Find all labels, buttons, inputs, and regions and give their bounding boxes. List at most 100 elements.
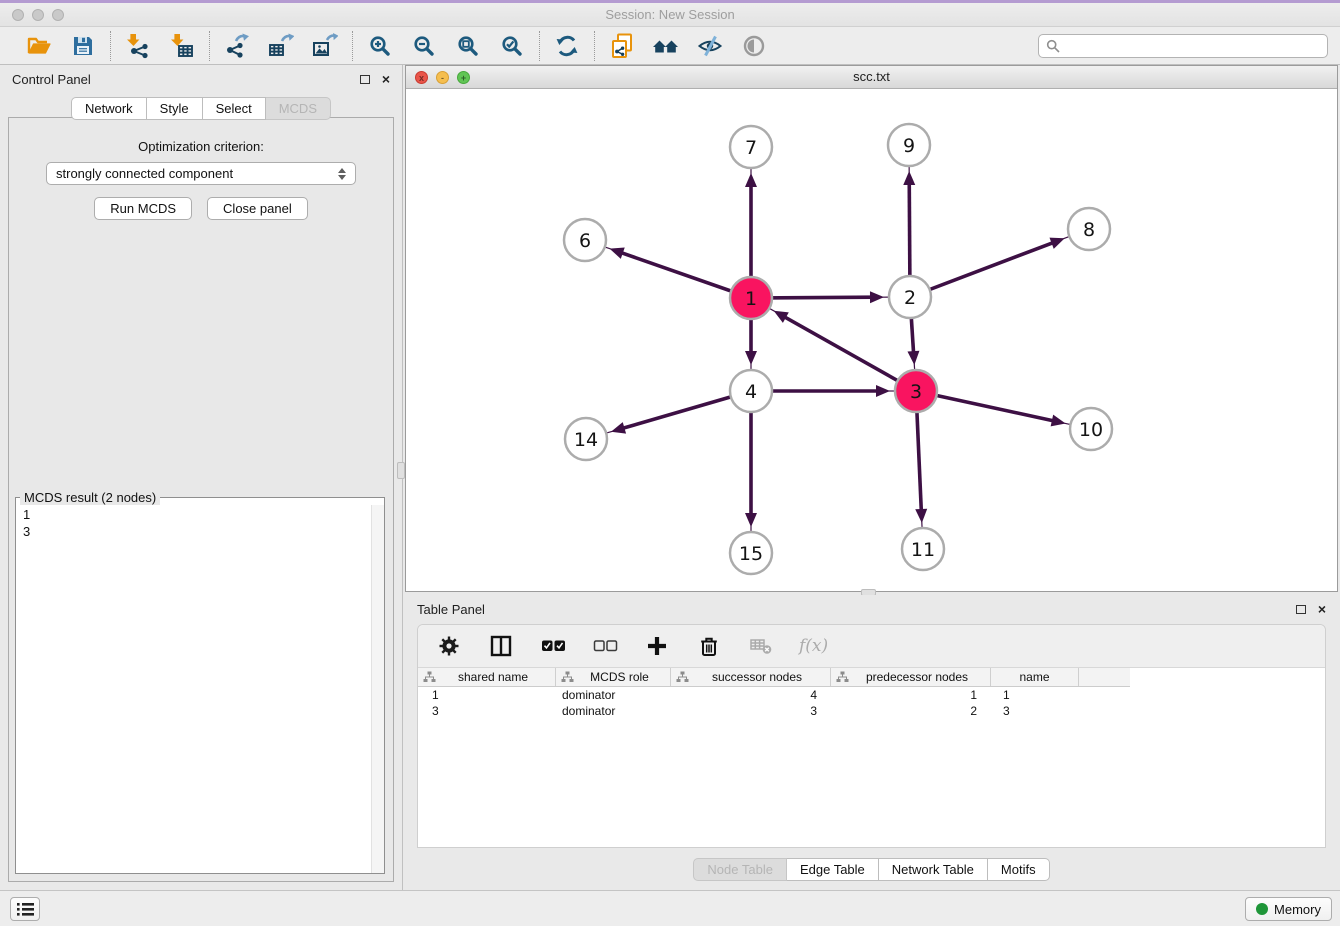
close-panel-button[interactable]: Close panel [207, 197, 308, 220]
copy-style-icon[interactable] [608, 32, 636, 60]
network-minimize-button[interactable]: - [436, 71, 449, 84]
graph-node[interactable]: 9 [888, 124, 930, 166]
graph-edge-arrow [1051, 415, 1066, 427]
optimization-criterion-label: Optimization criterion: [9, 139, 393, 154]
graph-node[interactable]: 8 [1068, 208, 1110, 250]
table-cell[interactable]: 2 [831, 704, 991, 718]
table-settings-gear-icon[interactable] [435, 632, 463, 660]
table-cell[interactable]: dominator [556, 704, 671, 718]
table-cell[interactable]: dominator [556, 688, 671, 702]
column-header-predecessor-nodes[interactable]: predecessor nodes [831, 668, 991, 686]
graph-edge-arrow [903, 171, 915, 185]
table-row[interactable]: 1dominator411 [418, 687, 1325, 703]
minimize-window-button[interactable] [32, 9, 44, 21]
graph-edge-arrow [745, 173, 757, 187]
column-header-mcds-role[interactable]: MCDS role [556, 668, 671, 686]
close-panel-icon[interactable]: × [382, 73, 390, 85]
function-builder-icon: f(x) [799, 636, 828, 656]
tab-mcds[interactable]: MCDS [266, 97, 331, 120]
graph-edge[interactable] [606, 247, 751, 298]
result-scrollbar[interactable] [371, 505, 384, 873]
float-table-panel-icon[interactable] [1296, 605, 1306, 614]
table-cell[interactable]: 3 [671, 704, 831, 718]
home-view-icon[interactable] [652, 32, 680, 60]
search-input[interactable] [1065, 38, 1320, 53]
close-table-panel-icon[interactable]: × [1318, 603, 1326, 615]
graph-node[interactable]: 2 [889, 276, 931, 318]
table-cell[interactable]: 3 [418, 704, 556, 718]
zoom-window-button[interactable] [52, 9, 64, 21]
table-row[interactable]: 3dominator323 [418, 703, 1325, 719]
mcds-result-list: 13 [16, 505, 384, 541]
zoom-fit-icon[interactable] [454, 32, 482, 60]
mcds-result-item: 3 [23, 523, 377, 540]
network-view-window: x - + scc.txt 7968124314101511 [405, 65, 1338, 592]
memory-status-icon [1256, 903, 1268, 915]
graph-node[interactable]: 3 [895, 370, 937, 412]
apply-layout-icon[interactable] [553, 32, 581, 60]
table-cell[interactable]: 1 [831, 688, 991, 702]
tab-edge-table[interactable]: Edge Table [787, 858, 879, 881]
table-cell[interactable]: 1 [991, 688, 1079, 702]
export-table-icon[interactable] [267, 32, 295, 60]
column-header-name[interactable]: name [991, 668, 1079, 686]
zoom-in-icon[interactable] [366, 32, 394, 60]
add-column-icon[interactable] [643, 632, 671, 660]
search-box [1038, 34, 1328, 58]
show-view-icon[interactable] [740, 32, 768, 60]
column-header-shared-name[interactable]: shared name [418, 668, 556, 686]
export-image-icon[interactable] [311, 32, 339, 60]
graph-node[interactable]: 6 [564, 219, 606, 261]
graph-node[interactable]: 15 [730, 532, 772, 574]
application-window: Session: New Session [0, 0, 1340, 926]
graph-node-label: 10 [1079, 419, 1103, 441]
graph-node[interactable]: 1 [730, 277, 772, 319]
graph-edge[interactable] [916, 391, 1070, 426]
network-canvas[interactable]: 7 9 6 8 1 2 4 3 14 10 15 11 [406, 89, 1337, 591]
zoom-selected-icon[interactable] [498, 32, 526, 60]
graph-edge[interactable] [910, 237, 1068, 297]
tab-select[interactable]: Select [203, 97, 266, 120]
memory-button[interactable]: Memory [1245, 897, 1332, 921]
graph-node[interactable]: 10 [1070, 408, 1112, 450]
graph-node[interactable]: 7 [730, 126, 772, 168]
tab-motifs[interactable]: Motifs [988, 858, 1050, 881]
graph-edge-arrow [1049, 238, 1064, 249]
tab-style[interactable]: Style [147, 97, 203, 120]
import-network-icon[interactable] [124, 32, 152, 60]
export-network-icon[interactable] [223, 32, 251, 60]
save-session-icon[interactable] [69, 32, 97, 60]
graph-node[interactable]: 14 [565, 418, 607, 460]
graph-node[interactable]: 4 [730, 370, 772, 412]
control-panel-title: Control Panel [12, 72, 91, 87]
column-header-successor-nodes[interactable]: successor nodes [671, 668, 831, 686]
search-icon [1046, 39, 1060, 53]
deselect-all-icon[interactable] [591, 632, 619, 660]
table-cell[interactable]: 3 [991, 704, 1079, 718]
close-window-button[interactable] [12, 9, 24, 21]
tab-network-table[interactable]: Network Table [879, 858, 988, 881]
optimization-criterion-select[interactable]: strongly connected component [46, 162, 356, 185]
float-panel-icon[interactable] [360, 75, 370, 84]
vertical-splitter-handle[interactable] [397, 462, 405, 479]
zoom-out-icon[interactable] [410, 32, 438, 60]
select-all-icon[interactable] [539, 632, 567, 660]
show-columns-icon[interactable] [487, 632, 515, 660]
import-table-icon[interactable] [168, 32, 196, 60]
app-titlebar: Session: New Session [0, 3, 1340, 27]
open-session-icon[interactable] [25, 32, 53, 60]
network-maximize-button[interactable]: + [457, 71, 470, 84]
task-history-button[interactable] [10, 897, 40, 921]
graph-edge[interactable] [770, 309, 916, 391]
delete-column-icon[interactable] [695, 632, 723, 660]
tab-network[interactable]: Network [71, 97, 147, 120]
run-mcds-button[interactable]: Run MCDS [94, 197, 192, 220]
table-cell[interactable]: 4 [671, 688, 831, 702]
hide-selected-icon[interactable] [696, 32, 724, 60]
network-close-button[interactable]: x [415, 71, 428, 84]
graph-edge[interactable] [607, 391, 751, 434]
graph-node[interactable]: 11 [902, 528, 944, 570]
table-cell[interactable]: 1 [418, 688, 556, 702]
graph-node-label: 6 [579, 230, 591, 252]
tab-node-table[interactable]: Node Table [693, 858, 787, 881]
